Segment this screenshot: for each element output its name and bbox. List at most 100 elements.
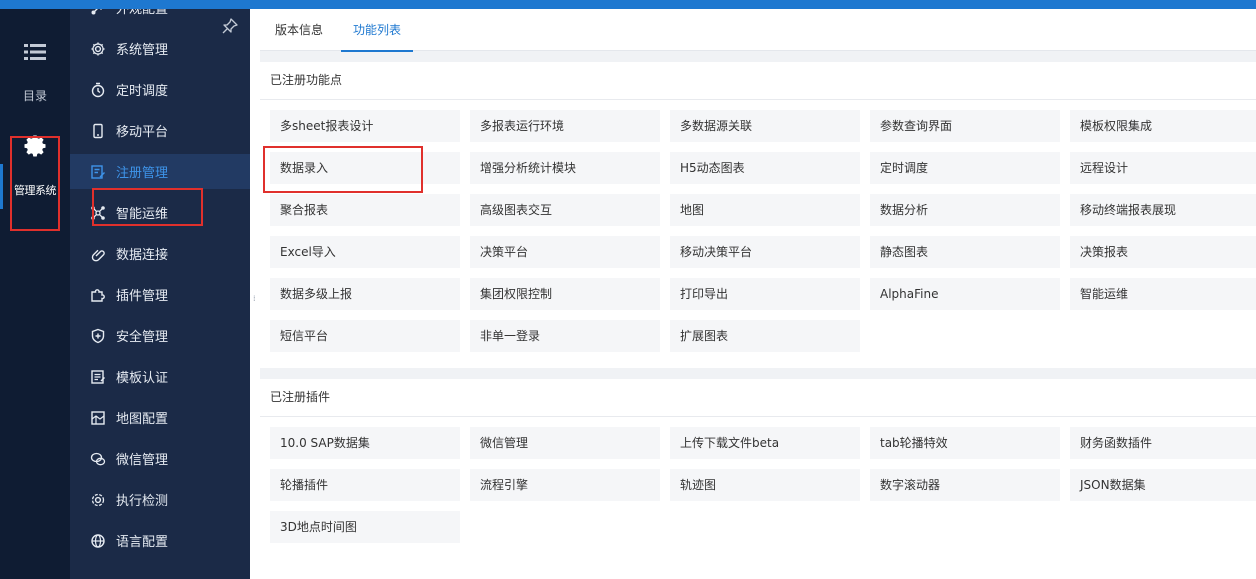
menu-item-gear[interactable]: 系统管理 <box>70 31 250 66</box>
menu-item-label: 地图配置 <box>116 412 169 427</box>
feature-item: 聚合报表 <box>270 194 460 226</box>
menu-item-label: 插件管理 <box>116 289 169 304</box>
plugin-item: tab轮播特效 <box>870 427 1060 459</box>
timer-icon <box>91 82 105 97</box>
menu-item-wechat[interactable]: 微信管理 <box>70 441 250 476</box>
plugin-item: 轮播插件 <box>270 469 460 501</box>
feature-item: 打印导出 <box>670 278 860 310</box>
menu-item-label: 定时调度 <box>116 84 169 99</box>
menu-item-label: 外观配置 <box>116 9 169 17</box>
side-menu: 外观配置系统管理定时调度移动平台注册管理智能运维数据连接插件管理安全管理模板认证… <box>70 9 250 579</box>
rail-admin-system[interactable]: 管理系统 <box>0 134 70 198</box>
network-icon <box>91 205 105 220</box>
menu-item-check[interactable]: 执行检测 <box>70 482 250 517</box>
feature-item: 集团权限控制 <box>470 278 660 310</box>
plugin-item: 上传下载文件beta <box>670 427 860 459</box>
feature-item: 定时调度 <box>870 152 1060 184</box>
plugin-item: 微信管理 <box>470 427 660 459</box>
features-panel: 已注册功能点 多sheet报表设计 多报表运行环境 多数据源关联 参数查询界面 模板权限… <box>260 62 1256 368</box>
menu-item-label: 安全管理 <box>116 330 169 345</box>
feature-item: 短信平台 <box>270 320 460 352</box>
feature-item: 数据分析 <box>870 194 1060 226</box>
plugins-panel: 已注册插件 10.0 SAP数据集 微信管理 上传下载文件beta tab轮播特效 财务… <box>260 379 1256 579</box>
menu-item-label: 智能运维 <box>116 207 169 222</box>
plugin-item: 数字滚动器 <box>870 469 1060 501</box>
plugin-item: 流程引擎 <box>470 469 660 501</box>
tab-feature-list[interactable]: 功能列表 <box>340 9 414 52</box>
globe-icon <box>91 533 105 548</box>
rail-catalog[interactable]: 目录 <box>0 43 70 104</box>
menu-item-label: 数据连接 <box>116 248 169 263</box>
menu-item-link[interactable]: 数据连接 <box>70 236 250 271</box>
feature-item: 智能运维 <box>1070 278 1256 310</box>
register-icon <box>91 164 105 179</box>
feature-item: 决策报表 <box>1070 236 1256 268</box>
feature-item: 增强分析统计模块 <box>470 152 660 184</box>
pin-icon[interactable] <box>222 18 238 34</box>
plugin-item: 10.0 SAP数据集 <box>270 427 460 459</box>
features-title: 已注册功能点 <box>270 73 343 87</box>
feature-item: 参数查询界面 <box>870 110 1060 142</box>
brush-icon <box>91 9 102 14</box>
plugin-item: 3D地点时间图 <box>270 511 460 543</box>
feature-item: Excel导入 <box>270 236 460 268</box>
feature-item: 多数据源关联 <box>670 110 860 142</box>
menu-item-label: 系统管理 <box>116 43 169 58</box>
menu-item-label: 模板认证 <box>116 371 169 386</box>
icon-rail: 目录 管理系统 <box>0 9 70 579</box>
menu-item-puzzle[interactable]: 插件管理 <box>70 277 250 312</box>
tab-bar: 版本信息 功能列表 <box>260 9 1256 52</box>
feature-item: 远程设计 <box>1070 152 1256 184</box>
menu-item-template[interactable]: 模板认证 <box>70 359 250 394</box>
rail-active-indicator <box>0 164 3 209</box>
list-icon <box>24 44 46 60</box>
feature-item: 多报表运行环境 <box>470 110 660 142</box>
feature-item: 地图 <box>670 194 860 226</box>
menu-item-register[interactable]: 注册管理 <box>70 154 250 189</box>
menu-item-label: 微信管理 <box>116 453 169 468</box>
feature-item: 多sheet报表设计 <box>270 110 460 142</box>
menu-item-label: 语言配置 <box>116 535 169 550</box>
feature-item: 高级图表交互 <box>470 194 660 226</box>
tab-version-info[interactable]: 版本信息 <box>275 9 323 51</box>
feature-item: 模板权限集成 <box>1070 110 1256 142</box>
feature-item: 静态图表 <box>870 236 1060 268</box>
feature-item: 扩展图表 <box>670 320 860 352</box>
feature-item: H5动态图表 <box>670 152 860 184</box>
check-icon <box>91 493 105 506</box>
plugin-item: 轨迹图 <box>670 469 860 501</box>
menu-item-timer[interactable]: 定时调度 <box>70 72 250 107</box>
wechat-icon <box>90 452 106 465</box>
gear-icon <box>24 135 46 157</box>
feature-item: 移动终端报表展现 <box>1070 194 1256 226</box>
rail-catalog-label: 目录 <box>22 89 47 103</box>
feature-item: AlphaFine <box>870 278 1060 310</box>
shield-icon <box>91 328 105 343</box>
map-icon <box>91 410 105 425</box>
puzzle-icon <box>91 288 105 302</box>
gear-icon <box>91 42 105 55</box>
link-icon <box>91 249 105 261</box>
top-accent-bar <box>0 0 1256 9</box>
rail-admin-label: 管理系统 <box>14 184 57 197</box>
divider <box>260 416 1256 417</box>
plugins-title: 已注册插件 <box>270 390 331 404</box>
panel-splitter[interactable]: ⁞ <box>250 9 260 579</box>
menu-item-network[interactable]: 智能运维 <box>70 195 250 230</box>
feature-item: 决策平台 <box>470 236 660 268</box>
mobile-icon <box>93 123 103 138</box>
menu-item-label: 移动平台 <box>116 125 169 140</box>
plugin-item: 财务函数插件 <box>1070 427 1256 459</box>
menu-item-label: 注册管理 <box>116 166 169 181</box>
template-icon <box>91 369 105 384</box>
menu-item-map[interactable]: 地图配置 <box>70 400 250 435</box>
menu-item-shield[interactable]: 安全管理 <box>70 318 250 353</box>
drag-handle-icon[interactable]: ⁞ <box>253 295 257 309</box>
menu-item-mobile[interactable]: 移动平台 <box>70 113 250 148</box>
menu-item-label: 执行检测 <box>116 494 169 509</box>
menu-item-globe[interactable]: 语言配置 <box>70 523 250 558</box>
divider <box>260 99 1256 100</box>
feature-item: 数据录入 <box>270 152 460 184</box>
feature-item: 数据多级上报 <box>270 278 460 310</box>
feature-item: 移动决策平台 <box>670 236 860 268</box>
